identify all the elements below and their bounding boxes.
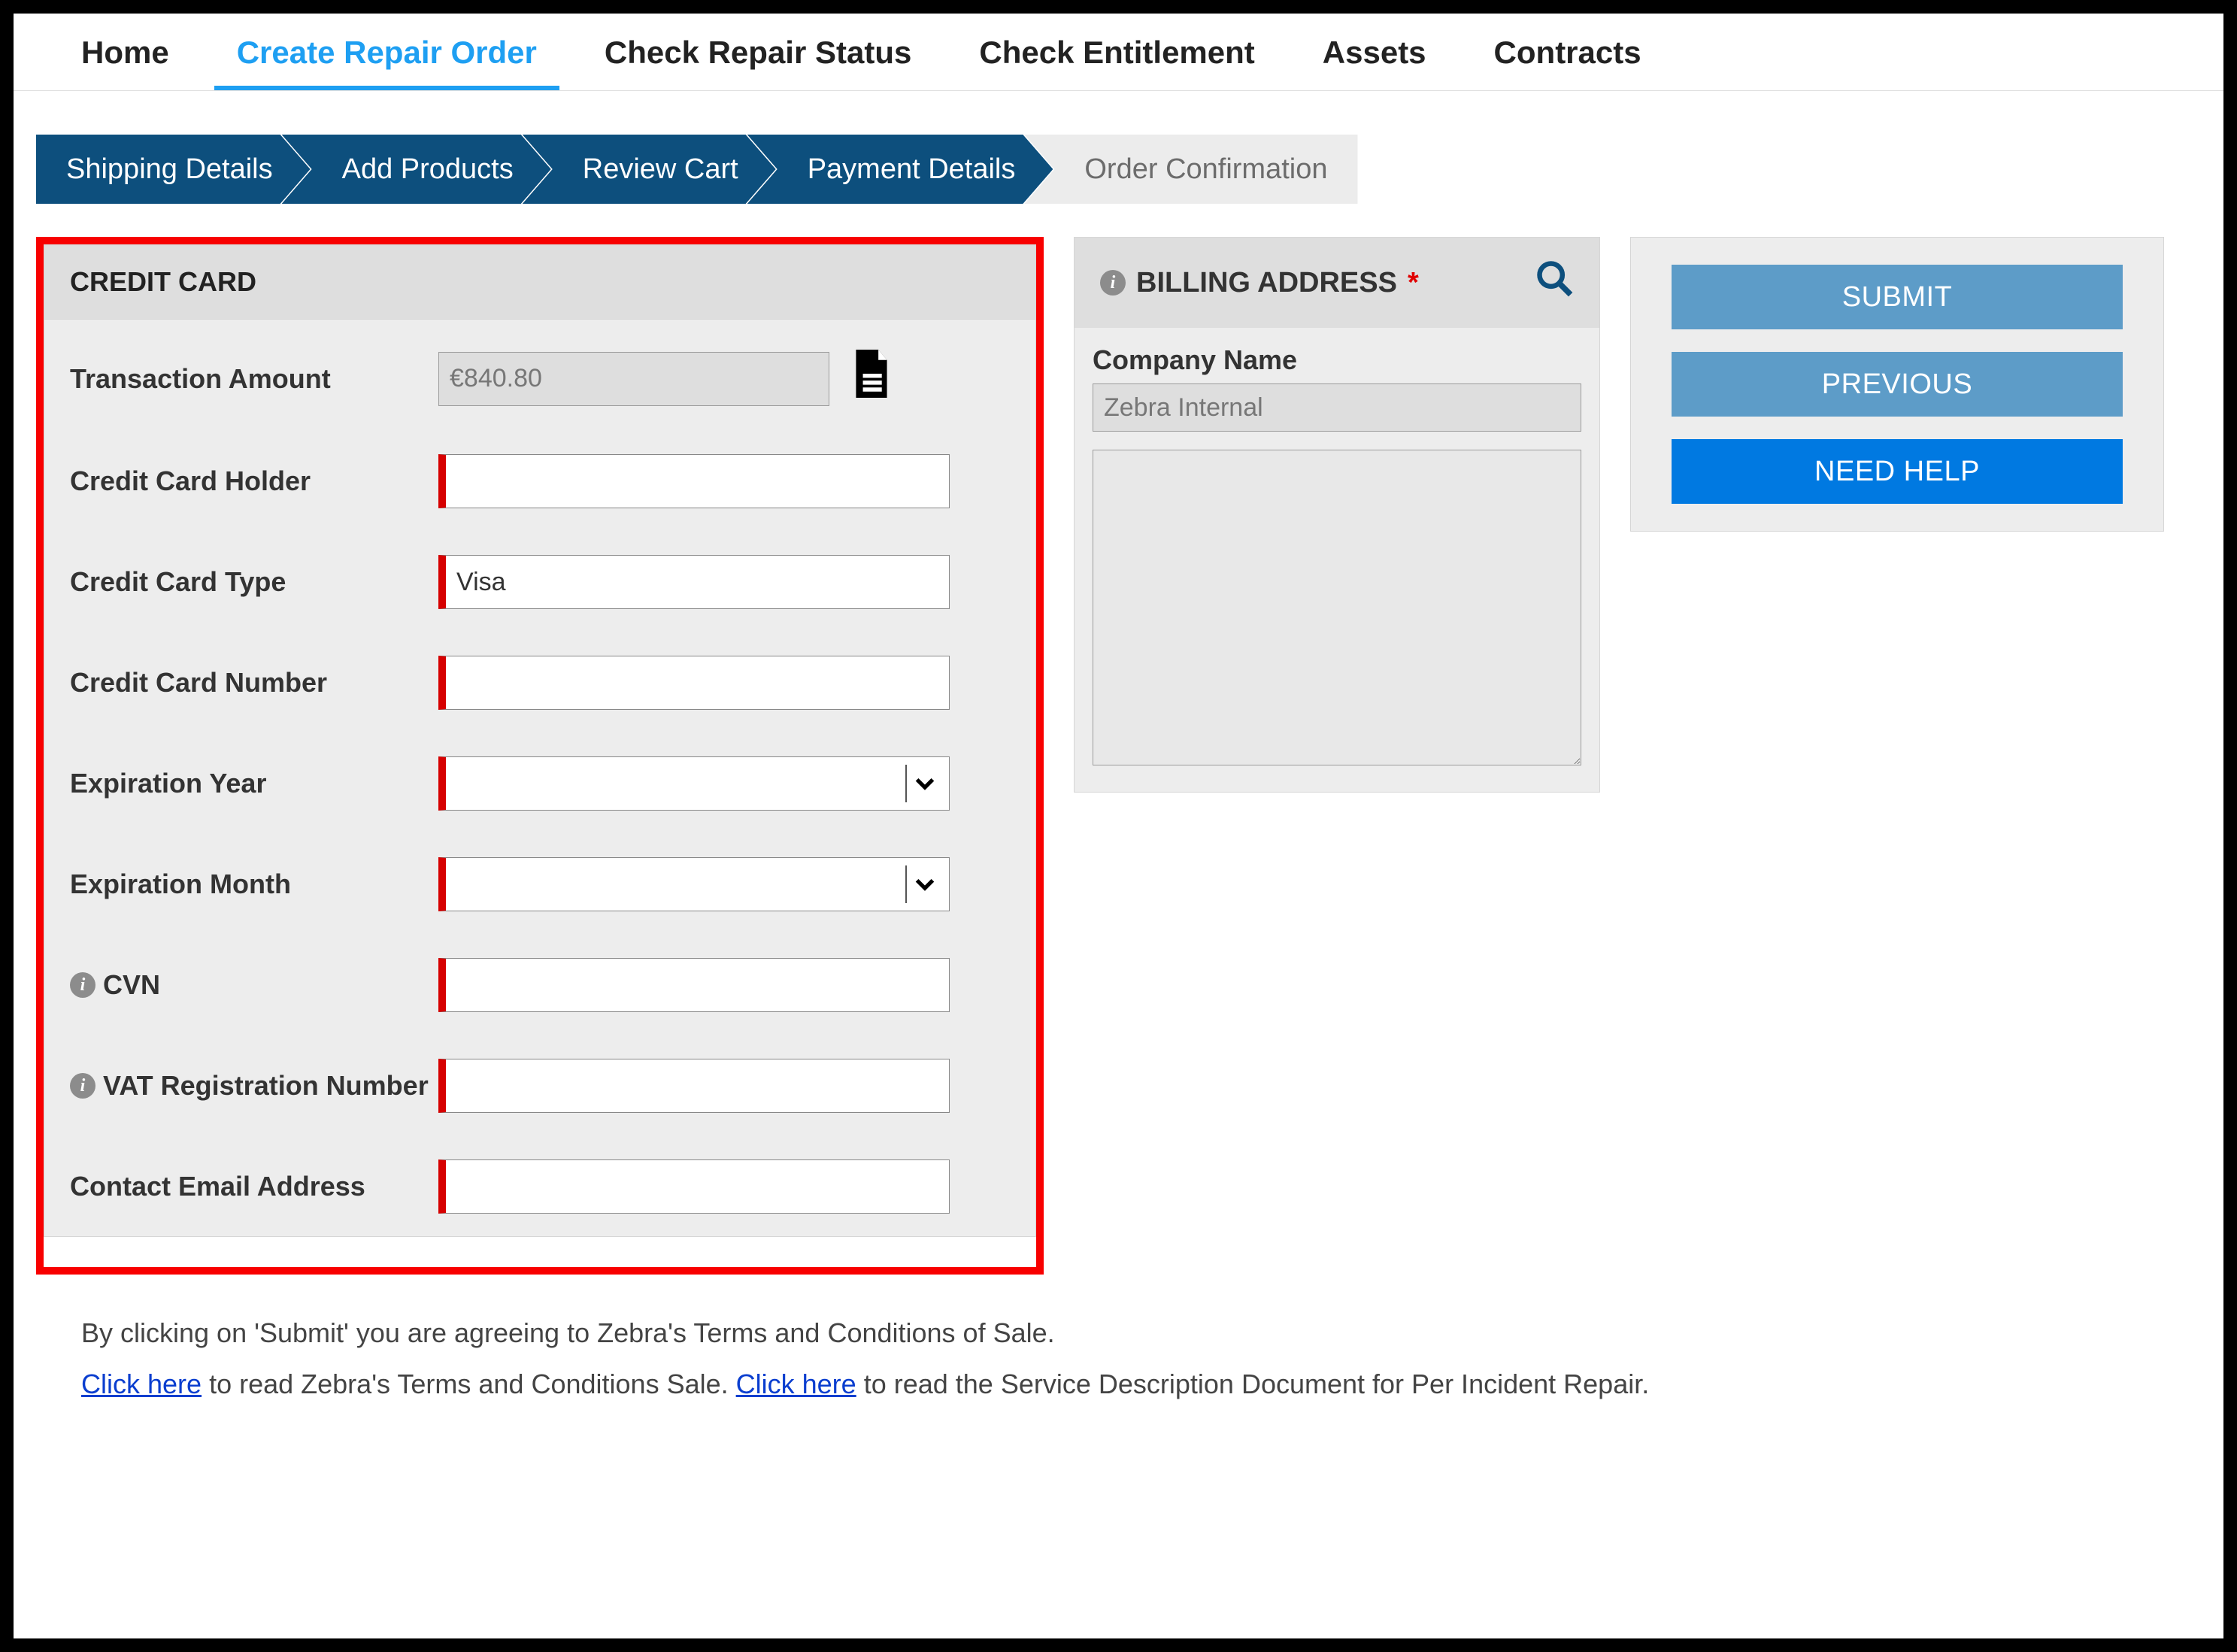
chevron-down-icon[interactable]	[905, 865, 943, 903]
company-name-field	[1093, 383, 1581, 432]
step-order-confirmation: Order Confirmation	[1024, 135, 1357, 204]
credit-card-panel: CREDIT CARD Transaction Amount Cred	[44, 244, 1036, 1237]
row-exp-month: Expiration Month	[70, 857, 1010, 911]
terms-link[interactable]: Click here	[81, 1369, 202, 1399]
step-shipping-details[interactable]: Shipping Details	[36, 135, 311, 204]
row-contact-email: Contact Email Address	[70, 1159, 1010, 1214]
credit-card-header: CREDIT CARD	[44, 245, 1035, 319]
label-exp-year: Expiration Year	[70, 767, 438, 799]
transaction-amount-field	[438, 352, 829, 406]
info-icon[interactable]: i	[70, 1073, 95, 1099]
top-nav: Home Create Repair Order Check Repair St…	[14, 14, 2223, 91]
row-vat: i VAT Registration Number	[70, 1059, 1010, 1113]
billing-address-panel: i BILLING ADDRESS * Company Name	[1074, 237, 1600, 793]
step-review-cart[interactable]: Review Cart	[523, 135, 776, 204]
credit-card-highlight: CREDIT CARD Transaction Amount Cred	[36, 237, 1044, 1275]
row-cvn: i CVN	[70, 958, 1010, 1012]
nav-home[interactable]: Home	[59, 27, 192, 90]
row-card-number: Credit Card Number	[70, 656, 1010, 710]
label-cvn: CVN	[103, 968, 160, 1001]
info-icon[interactable]: i	[70, 972, 95, 998]
label-card-holder: Credit Card Holder	[70, 465, 438, 497]
row-card-type: Credit Card Type Visa	[70, 555, 1010, 609]
label-card-number: Credit Card Number	[70, 666, 438, 699]
search-icon[interactable]	[1535, 259, 1574, 307]
info-icon[interactable]: i	[1100, 270, 1126, 296]
document-icon[interactable]	[850, 350, 893, 408]
label-contact-email: Contact Email Address	[70, 1170, 438, 1202]
previous-button[interactable]: PREVIOUS	[1672, 352, 2123, 417]
need-help-button[interactable]: NEED HELP	[1672, 439, 2123, 504]
footer-line2-mid1: to read Zebra's Terms and Conditions Sal…	[202, 1369, 736, 1399]
billing-address-textarea[interactable]	[1093, 450, 1581, 765]
credit-card-header-label: CREDIT CARD	[70, 266, 256, 298]
footer-text: By clicking on 'Submit' you are agreeing…	[14, 1275, 2223, 1411]
chevron-down-icon[interactable]	[905, 765, 943, 802]
nav-check-repair-status[interactable]: Check Repair Status	[582, 27, 934, 90]
footer-line2-mid2: to read the Service Description Document…	[856, 1369, 1650, 1399]
card-type-select[interactable]: Visa	[438, 555, 950, 609]
actions-panel: SUBMIT PREVIOUS NEED HELP	[1630, 237, 2164, 532]
exp-year-combo[interactable]	[438, 756, 950, 811]
nav-contracts[interactable]: Contracts	[1472, 27, 1664, 90]
cvn-field[interactable]	[438, 958, 950, 1012]
required-asterisk: *	[1408, 267, 1419, 299]
billing-body: Company Name	[1075, 328, 1599, 792]
label-exp-month: Expiration Month	[70, 868, 438, 900]
nav-check-entitlement[interactable]: Check Entitlement	[956, 27, 1277, 90]
vat-field[interactable]	[438, 1059, 950, 1113]
submit-button[interactable]: SUBMIT	[1672, 265, 2123, 329]
footer-line1: By clicking on 'Submit' you are agreeing…	[81, 1308, 2156, 1359]
step-payment-details[interactable]: Payment Details	[747, 135, 1053, 204]
label-company-name: Company Name	[1093, 344, 1581, 376]
row-card-holder: Credit Card Holder	[70, 454, 1010, 508]
billing-header: i BILLING ADDRESS *	[1075, 238, 1599, 328]
row-transaction-amount: Transaction Amount	[70, 350, 1010, 408]
step-add-products[interactable]: Add Products	[282, 135, 551, 204]
billing-header-label: BILLING ADDRESS	[1136, 267, 1397, 299]
footer-line2: Click here to read Zebra's Terms and Con…	[81, 1359, 2156, 1410]
contact-email-field[interactable]	[438, 1159, 950, 1214]
service-doc-link[interactable]: Click here	[736, 1369, 856, 1399]
row-exp-year: Expiration Year	[70, 756, 1010, 811]
main-area: CREDIT CARD Transaction Amount Cred	[14, 204, 2223, 1275]
page-root: Home Create Repair Order Check Repair St…	[14, 14, 2223, 1638]
credit-card-body: Transaction Amount Credit Card Holder	[44, 319, 1035, 1236]
wizard-steps: Shipping Details Add Products Review Car…	[36, 135, 2223, 204]
nav-create-repair-order[interactable]: Create Repair Order	[214, 27, 559, 90]
card-holder-field[interactable]	[438, 454, 950, 508]
label-vat: VAT Registration Number	[103, 1069, 429, 1102]
nav-assets[interactable]: Assets	[1300, 27, 1449, 90]
exp-month-combo[interactable]	[438, 857, 950, 911]
card-number-field[interactable]	[438, 656, 950, 710]
label-card-type: Credit Card Type	[70, 565, 438, 598]
label-transaction-amount: Transaction Amount	[70, 362, 438, 395]
